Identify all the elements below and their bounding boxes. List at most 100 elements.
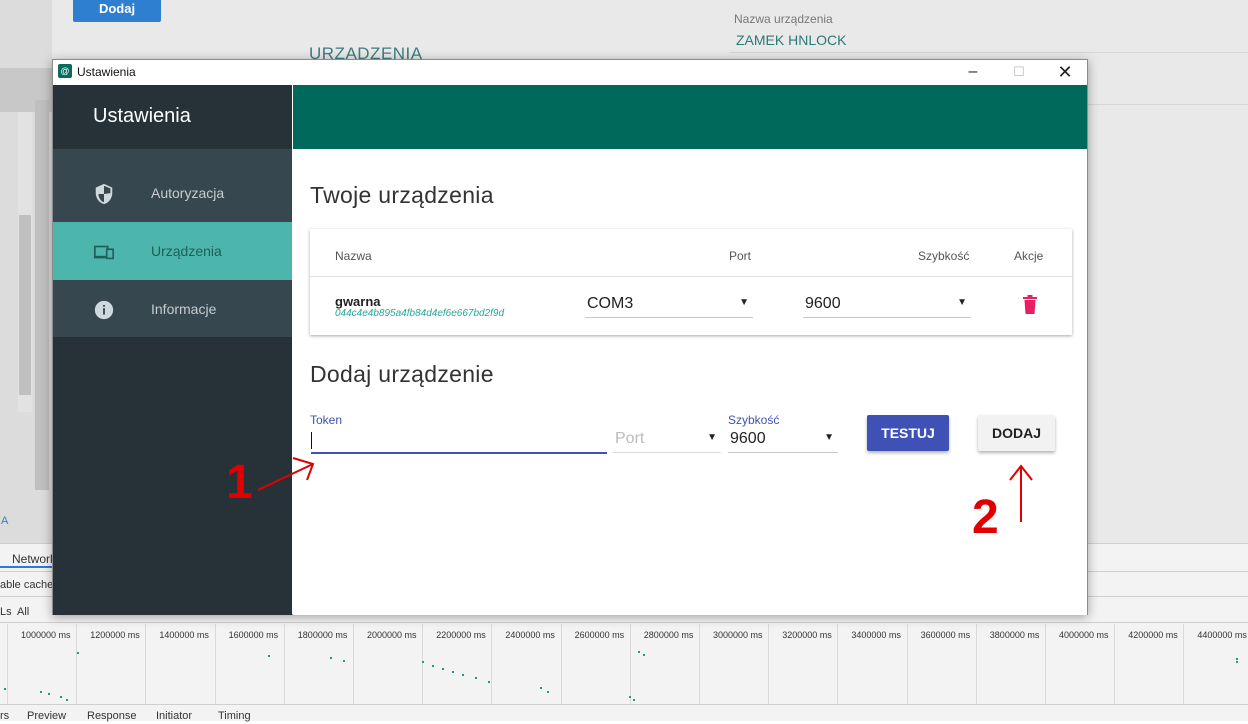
- timeline-request-dot: [432, 665, 434, 667]
- port-select-value: COM3: [587, 295, 634, 312]
- timeline-request-dot: [547, 691, 549, 693]
- sidebar-item-autoryzacja[interactable]: Autoryzacja: [53, 164, 292, 222]
- dropdown-arrow-icon: ▼: [957, 297, 967, 308]
- background-link[interactable]: A: [1, 515, 8, 527]
- timeline-tick-label: 4200000 ms: [1128, 630, 1178, 640]
- timeline-tick-label: 2400000 ms: [505, 630, 555, 640]
- timeline-tick-label: 3000000 ms: [713, 630, 763, 640]
- settings-window: @ Ustawienia – ☐ ✕ Ustawienia Autoryzacj…: [52, 59, 1088, 615]
- sidebar: Ustawienia Autoryzacja Urządzenia Inform…: [53, 85, 292, 615]
- devtools-bottom-tab[interactable]: Preview: [27, 710, 66, 722]
- devtools-bottom-tab[interactable]: rs: [0, 710, 9, 722]
- token-input-underline: [311, 452, 607, 454]
- timeline-tick-label: 3800000 ms: [989, 630, 1040, 640]
- test-button[interactable]: TESTUJ: [867, 415, 949, 451]
- timeline-tick-label: 2200000 ms: [436, 630, 486, 640]
- sidebar-item-urzadzenia[interactable]: Urządzenia: [53, 222, 292, 280]
- background-scrollbar[interactable]: [35, 100, 49, 490]
- timeline-tick-label: 2000000 ms: [367, 630, 417, 640]
- devices-table: Nazwa Port Szybkość Akcje gwarna 044c4e4…: [310, 229, 1072, 335]
- annotation-arrow-2-icon: [1009, 464, 1033, 522]
- speed-select-value: 9600: [805, 295, 841, 312]
- sidebar-item-label: Urządzenia: [151, 243, 222, 259]
- main-content: Twoje urządzenia Nazwa Port Szybkość Akc…: [293, 149, 1087, 615]
- timeline-tick-label: 4400000 ms: [1197, 630, 1247, 640]
- devtools-bottom-tab[interactable]: Initiator: [156, 710, 192, 722]
- add-device-button[interactable]: DODAJ: [978, 415, 1055, 451]
- table-row: gwarna 044c4e4b895a4fb84d4ef6e667bd2f9d …: [310, 277, 1072, 335]
- annotation-arrow-1-icon: [257, 457, 315, 491]
- devices-icon: [93, 245, 114, 260]
- timeline-tick-label: 3400000 ms: [851, 630, 901, 640]
- speed-label: Szybkość: [728, 413, 780, 427]
- speed-select[interactable]: 9600 ▼: [803, 292, 971, 318]
- speed-select-new[interactable]: 9600 ▼: [728, 427, 838, 453]
- device-id: 044c4e4b895a4fb84d4ef6e667bd2f9d: [335, 308, 505, 319]
- timeline-request-dot: [1236, 661, 1238, 663]
- timeline-request-dot: [77, 652, 79, 654]
- timeline-request-dot: [643, 654, 645, 656]
- background-scrollbar-thumb[interactable]: [19, 215, 31, 395]
- port-select-new[interactable]: Port ▼: [613, 427, 721, 453]
- annotation-number-1: 1: [226, 456, 253, 509]
- timeline-tick-label: 1000000 ms: [21, 630, 71, 640]
- timeline-request-dot: [422, 661, 424, 663]
- timeline-request-dot: [330, 657, 332, 659]
- sidebar-item-informacje[interactable]: Informacje: [53, 280, 292, 338]
- maximize-icon[interactable]: ☐: [996, 60, 1042, 84]
- sidebar-item-label: Autoryzacja: [151, 185, 225, 201]
- minimize-icon[interactable]: –: [950, 60, 996, 84]
- column-header-name: Nazwa: [335, 249, 372, 263]
- column-header-port: Port: [729, 249, 752, 263]
- dropdown-arrow-icon: ▼: [707, 432, 717, 443]
- timeline-request-dot: [638, 651, 640, 653]
- devtools-bottom-tab[interactable]: Timing: [218, 710, 251, 722]
- device-name: gwarna: [335, 294, 381, 309]
- timeline-tick-label: 1600000 ms: [228, 630, 279, 640]
- column-header-speed: Szybkość: [918, 249, 970, 263]
- token-label: Token: [310, 413, 343, 427]
- timeline-request-dot: [462, 674, 464, 676]
- timeline-request-dot: [629, 696, 631, 698]
- devtools-bottom-tab[interactable]: Response: [87, 710, 137, 722]
- background-divider: [1088, 104, 1248, 105]
- sidebar-menu: Autoryzacja Urządzenia Informacje: [53, 149, 292, 337]
- sidebar-item-label: Informacje: [151, 301, 217, 317]
- background-add-button[interactable]: Dodaj: [73, 0, 161, 22]
- timeline-tick-label: 3200000 ms: [782, 630, 832, 640]
- background-divider: [730, 52, 1248, 53]
- shield-icon: [95, 183, 113, 205]
- timeline-request-dot: [343, 660, 345, 662]
- window-titlebar[interactable]: @ Ustawienia – ☐ ✕: [53, 60, 1087, 85]
- background-device-name-label: Nazwa urządzenia: [734, 12, 833, 26]
- timeline-request-dot: [633, 699, 635, 701]
- sidebar-header: Ustawienia: [53, 85, 292, 149]
- timeline-tick-label: 4000000 ms: [1059, 630, 1109, 640]
- timeline-tick-label: 1400000 ms: [159, 630, 209, 640]
- timeline-request-dot: [66, 699, 68, 701]
- timeline-tick-label: 3600000 ms: [920, 630, 971, 640]
- speed-select-value: 9600: [730, 430, 766, 447]
- timeline-request-dot: [268, 655, 270, 657]
- timeline-request-dot: [540, 687, 542, 689]
- timeline-request-dot: [48, 693, 50, 695]
- window-title: Ustawienia: [77, 65, 136, 79]
- trash-icon[interactable]: [1023, 295, 1037, 314]
- timeline-tick-label: 1800000 ms: [297, 630, 348, 640]
- dropdown-arrow-icon: ▼: [824, 432, 834, 443]
- add-device-section-title: Dodaj urządzenie: [310, 361, 494, 387]
- timeline-request-dot: [40, 691, 42, 693]
- close-icon[interactable]: ✕: [1042, 60, 1088, 84]
- devtools-divider: [0, 704, 1248, 705]
- timeline-request-dot: [442, 668, 444, 670]
- background-device-name-value: ZAMEK HNLOCK: [736, 32, 847, 48]
- app-logo-icon: @: [58, 64, 72, 78]
- timeline-request-dot: [1236, 658, 1238, 660]
- dropdown-arrow-icon: ▼: [739, 297, 749, 308]
- timeline-request-dot: [60, 696, 62, 698]
- timeline-request-dot: [4, 688, 6, 690]
- timeline-tick-label: 1200000 ms: [90, 630, 140, 640]
- token-input[interactable]: [310, 430, 607, 452]
- timeline-request-dot: [475, 677, 477, 679]
- port-select[interactable]: COM3 ▼: [585, 292, 753, 318]
